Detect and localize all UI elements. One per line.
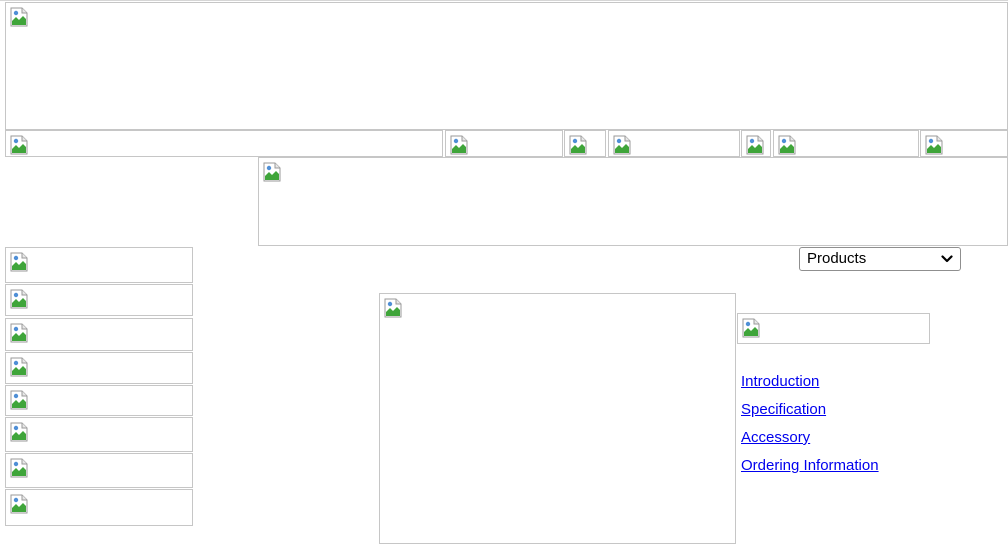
broken-image-icon [10, 357, 28, 377]
broken-image-icon [10, 289, 28, 309]
chevron-down-icon [941, 255, 953, 263]
nav-image-3[interactable] [564, 130, 606, 157]
broken-image-icon [10, 422, 28, 442]
top-border-line [0, 0, 1008, 1]
broken-image-icon [742, 318, 760, 338]
broken-image-icon [450, 135, 468, 155]
accessory-link[interactable]: Accessory [741, 424, 879, 452]
sidebar-image-6[interactable] [5, 417, 193, 452]
nav-image-7[interactable] [920, 130, 1008, 157]
broken-image-icon [10, 252, 28, 272]
sidebar-image-5[interactable] [5, 385, 193, 416]
nav-image-2[interactable] [445, 130, 563, 157]
nav-image-1[interactable] [5, 130, 443, 157]
product-heading-image [737, 313, 930, 344]
broken-image-icon [613, 135, 631, 155]
products-select-value: Products [807, 250, 867, 267]
sidebar-image-1[interactable] [5, 247, 193, 283]
products-select[interactable]: Products [799, 247, 961, 271]
broken-image-icon [10, 135, 28, 155]
broken-image-icon [263, 162, 281, 182]
introduction-link[interactable]: Introduction [741, 368, 879, 396]
broken-image-icon [569, 135, 587, 155]
sidebar-image-3[interactable] [5, 318, 193, 351]
broken-image-icon [778, 135, 796, 155]
broken-image-icon [10, 323, 28, 343]
sidebar-image-8[interactable] [5, 489, 193, 526]
nav-image-4[interactable] [608, 130, 740, 157]
sidebar-image-7[interactable] [5, 453, 193, 488]
product-photo-image [379, 293, 736, 544]
broken-image-icon [10, 7, 28, 27]
broken-image-icon [10, 458, 28, 478]
specification-link[interactable]: Specification [741, 396, 879, 424]
nav-image-5[interactable] [741, 130, 771, 157]
broken-image-icon [746, 135, 764, 155]
header-banner-image [5, 2, 1008, 130]
sidebar-image-2[interactable] [5, 284, 193, 316]
ordering-information-link[interactable]: Ordering Information [741, 452, 879, 480]
broken-image-icon [925, 135, 943, 155]
broken-image-icon [10, 494, 28, 514]
broken-image-icon [384, 298, 402, 318]
product-links: Introduction Specification Accessory Ord… [741, 368, 879, 480]
broken-image-icon [10, 390, 28, 410]
nav-image-6[interactable] [773, 130, 919, 157]
section-title-image [258, 157, 1008, 246]
sidebar-image-4[interactable] [5, 352, 193, 384]
